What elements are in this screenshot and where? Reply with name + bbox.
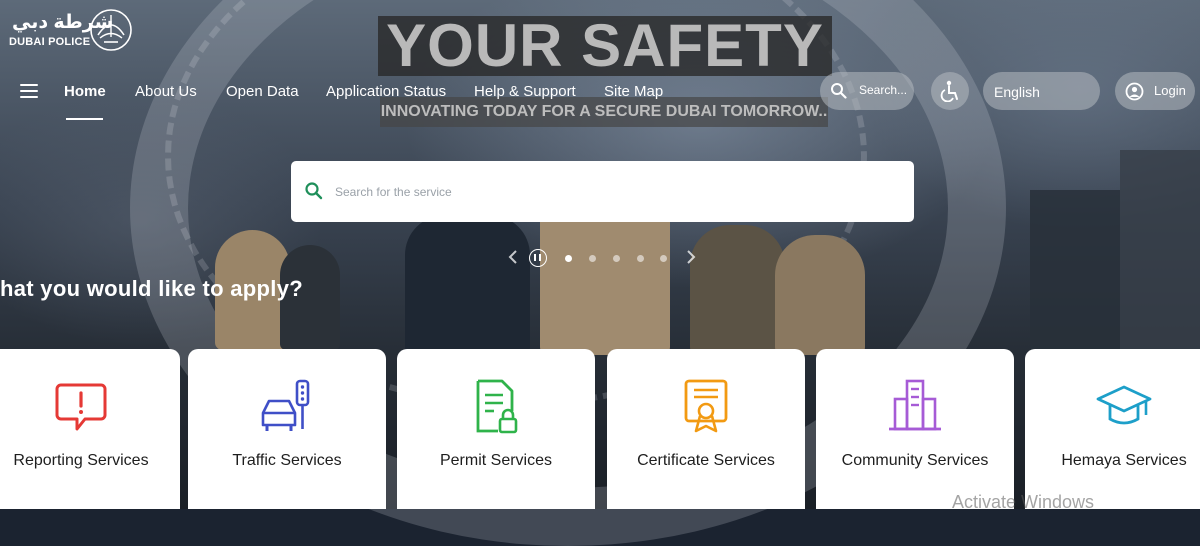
pause-icon[interactable] [529, 249, 547, 267]
service-search-input[interactable] [333, 179, 897, 205]
logo-english-text: DUBAI POLICE [9, 36, 91, 48]
header-search-button[interactable]: Search... [820, 72, 914, 110]
service-card-certificate[interactable]: Certificate Services [607, 349, 805, 509]
search-icon [831, 83, 847, 99]
header-search-label: Search... [859, 83, 908, 97]
menu-icon[interactable] [20, 83, 38, 99]
nav-home[interactable]: Home [64, 83, 106, 100]
service-card-label: Certificate Services [637, 452, 775, 469]
apply-prompt-heading: hat you would like to apply? [0, 276, 303, 301]
officer-figure [775, 235, 865, 355]
service-search-box[interactable] [291, 161, 914, 222]
language-select[interactable]: English [983, 72, 1100, 110]
skyline-tower [1030, 190, 1120, 350]
nav-active-indicator [66, 118, 103, 120]
report-alert-icon [55, 383, 107, 431]
hero-carousel-controls [505, 247, 705, 269]
service-card-permit[interactable]: Permit Services [397, 349, 595, 509]
windows-activation-watermark: Activate Windows [952, 492, 1095, 512]
accessibility-icon [940, 80, 958, 102]
carousel-dot[interactable] [613, 255, 620, 262]
traffic-car-icon [261, 379, 310, 431]
hero-headline: YOUR SAFETY [378, 16, 832, 76]
nav-application-status[interactable]: Application Status [326, 83, 446, 100]
service-card-traffic[interactable]: Traffic Services [188, 349, 386, 509]
nav-help-support[interactable]: Help & Support [474, 83, 576, 100]
service-card-reporting[interactable]: Reporting Services [0, 349, 180, 509]
search-icon [305, 182, 323, 200]
service-card-label: Permit Services [439, 452, 553, 469]
community-building-icon [889, 379, 941, 431]
carousel-dot[interactable] [660, 255, 667, 262]
service-card-community[interactable]: Community Services [816, 349, 1014, 509]
chevron-right-icon[interactable] [683, 248, 699, 266]
carousel-dot[interactable] [637, 255, 644, 262]
certificate-icon [684, 379, 728, 433]
skyline-tower [1120, 150, 1200, 350]
service-card-hemaya[interactable]: Hemaya Services [1025, 349, 1200, 509]
police-emblem-icon [90, 9, 132, 51]
service-card-label: Reporting Services [13, 452, 149, 469]
service-card-label: Community Services [841, 452, 989, 469]
language-label: English [994, 84, 1040, 100]
accessibility-button[interactable] [931, 72, 969, 110]
permit-document-icon [476, 379, 518, 434]
graduation-cap-icon [1096, 385, 1152, 425]
nav-site-map[interactable]: Site Map [604, 83, 663, 100]
carousel-dot[interactable] [589, 255, 596, 262]
user-icon [1125, 82, 1144, 101]
service-card-label: Hemaya Services [1061, 452, 1187, 469]
service-card-label: Traffic Services [232, 452, 342, 469]
dubai-police-logo[interactable]: شرطة دبي DUBAI POLICE [8, 9, 138, 51]
nav-about-us[interactable]: About Us [135, 83, 197, 100]
hero-subline: INNOVATING TODAY FOR A SECURE DUBAI TOMO… [380, 97, 828, 127]
login-button[interactable]: Login [1115, 72, 1195, 110]
nav-open-data[interactable]: Open Data [226, 83, 299, 100]
chevron-left-icon[interactable] [505, 248, 521, 266]
officer-figure [690, 225, 785, 355]
login-label: Login [1154, 83, 1186, 98]
officer-figure [405, 215, 530, 355]
carousel-dot[interactable] [565, 255, 572, 262]
